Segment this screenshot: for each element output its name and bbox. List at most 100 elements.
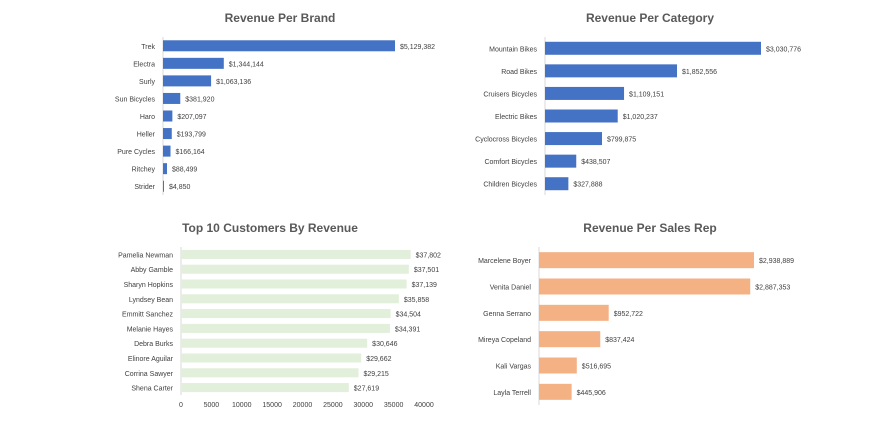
data-label: $37,139 bbox=[412, 282, 437, 289]
category-label: Pamelia Newman bbox=[118, 252, 173, 259]
bar bbox=[545, 154, 577, 168]
data-label: $2,887,353 bbox=[755, 285, 790, 292]
data-label: $1,020,237 bbox=[623, 114, 658, 121]
data-label: $952,722 bbox=[614, 311, 643, 318]
x-tick-label: 0 bbox=[179, 402, 183, 409]
category-label: Debra Burks bbox=[134, 341, 173, 348]
bar bbox=[181, 323, 390, 333]
x-tick-label: 40000 bbox=[414, 402, 434, 409]
category-label: Mountain Bikes bbox=[489, 46, 537, 53]
x-tick-label: 15000 bbox=[262, 402, 282, 409]
bar bbox=[539, 357, 577, 374]
category-label: Haro bbox=[140, 114, 155, 121]
bar bbox=[181, 264, 409, 274]
category-label: Abby Gamble bbox=[131, 267, 174, 274]
bar bbox=[539, 383, 572, 400]
data-label: $35,858 bbox=[404, 297, 429, 304]
category-label: Ritchey bbox=[132, 167, 156, 174]
category-label: Lyndsey Bean bbox=[129, 297, 173, 304]
category-label: Road Bikes bbox=[501, 69, 537, 76]
category-label: Comfort Bicycles bbox=[484, 159, 537, 166]
bar bbox=[181, 309, 391, 319]
data-label: $29,215 bbox=[363, 371, 388, 378]
data-label: $3,030,776 bbox=[766, 46, 801, 53]
category-label: Electric Bikes bbox=[495, 114, 538, 121]
data-label: $445,906 bbox=[577, 390, 606, 397]
bar bbox=[539, 252, 754, 269]
data-label: $27,619 bbox=[354, 386, 379, 393]
category-label: Sun Bicycles bbox=[115, 96, 156, 103]
chart-revenue-per-category: Revenue Per Category Mountain Bikes $3,03… bbox=[440, 0, 860, 200]
bar bbox=[181, 294, 399, 304]
bar bbox=[545, 86, 625, 100]
chart-svg: Mountain Bikes $3,030,776 Road Bikes $1,852… bbox=[475, 37, 801, 195]
bar bbox=[163, 57, 224, 69]
data-label: $381,920 bbox=[185, 96, 214, 103]
x-tick-label: 10000 bbox=[232, 402, 252, 409]
x-tick-label: 20000 bbox=[293, 402, 313, 409]
data-label: $5,129,382 bbox=[400, 44, 435, 51]
category-label: Layla Terrell bbox=[493, 390, 531, 397]
bar bbox=[163, 180, 164, 192]
bar bbox=[545, 132, 603, 146]
chart-revenue-per-sales-rep: Revenue Per Sales Rep Marcelene Boyer $2,… bbox=[440, 210, 860, 420]
bar bbox=[163, 40, 395, 52]
data-label: $34,504 bbox=[396, 312, 421, 319]
bar bbox=[181, 368, 359, 378]
bar bbox=[163, 110, 173, 122]
category-label: Children Bicycles bbox=[483, 182, 537, 189]
bar bbox=[163, 128, 172, 140]
data-label: $193,799 bbox=[177, 132, 206, 139]
category-label: Kali Vargas bbox=[496, 364, 532, 371]
data-label: $34,391 bbox=[395, 326, 420, 333]
data-label: $516,695 bbox=[582, 364, 611, 371]
bar bbox=[181, 353, 362, 363]
data-label: $37,802 bbox=[416, 252, 441, 259]
category-label: Emmitt Sanchez bbox=[122, 312, 173, 319]
category-label: Sharyn Hopkins bbox=[124, 282, 174, 289]
bar bbox=[181, 338, 368, 348]
x-tick-label: 35000 bbox=[384, 402, 404, 409]
chart-svg: Pamelia Newman $37,802 Abby Gamble $37,501 S… bbox=[118, 247, 441, 409]
bar bbox=[539, 331, 601, 348]
data-label: $1,109,151 bbox=[629, 91, 664, 98]
data-label: $1,852,556 bbox=[682, 69, 717, 76]
category-label: Strider bbox=[134, 184, 155, 191]
category-label: Marcelene Boyer bbox=[478, 258, 532, 265]
bar bbox=[545, 109, 618, 123]
bar bbox=[545, 64, 678, 78]
bar bbox=[163, 92, 181, 104]
bar bbox=[545, 177, 569, 191]
chart-svg: Marcelene Boyer $2,938,889 Venita Daniel $2… bbox=[478, 247, 794, 405]
x-tick-label: 25000 bbox=[323, 402, 343, 409]
category-label: Mireya Copeland bbox=[478, 337, 531, 344]
bar bbox=[163, 145, 171, 157]
data-label: $1,344,144 bbox=[229, 61, 264, 68]
data-label: $88,499 bbox=[172, 167, 197, 174]
bar bbox=[181, 383, 349, 393]
data-label: $327,888 bbox=[573, 182, 602, 189]
data-label: $37,501 bbox=[414, 267, 439, 274]
category-label: Elinore Aguilar bbox=[128, 356, 174, 363]
bar bbox=[181, 249, 411, 259]
bar bbox=[539, 304, 609, 321]
bar bbox=[545, 41, 761, 55]
x-tick-label: 30000 bbox=[354, 402, 374, 409]
data-label: $30,646 bbox=[372, 341, 397, 348]
data-label: $2,938,889 bbox=[759, 258, 794, 265]
category-label: Genna Serrano bbox=[483, 311, 531, 318]
bar bbox=[163, 163, 168, 175]
data-label: $166,164 bbox=[176, 149, 205, 156]
bar bbox=[539, 278, 751, 295]
data-label: $799,875 bbox=[607, 137, 636, 144]
data-label: $438,507 bbox=[581, 159, 610, 166]
category-label: Electra bbox=[133, 61, 155, 68]
chart-top-customers: Top 10 Customers By Revenue Pamelia Newm… bbox=[60, 210, 480, 420]
category-label: Surly bbox=[139, 79, 155, 86]
category-label: Cruisers Bicycles bbox=[483, 91, 537, 98]
x-tick-label: 5000 bbox=[204, 402, 220, 409]
category-label: Trek bbox=[141, 44, 155, 51]
category-label: Shena Carter bbox=[131, 386, 173, 393]
category-label: Corrina Sawyer bbox=[125, 371, 174, 378]
category-label: Heller bbox=[137, 132, 156, 139]
